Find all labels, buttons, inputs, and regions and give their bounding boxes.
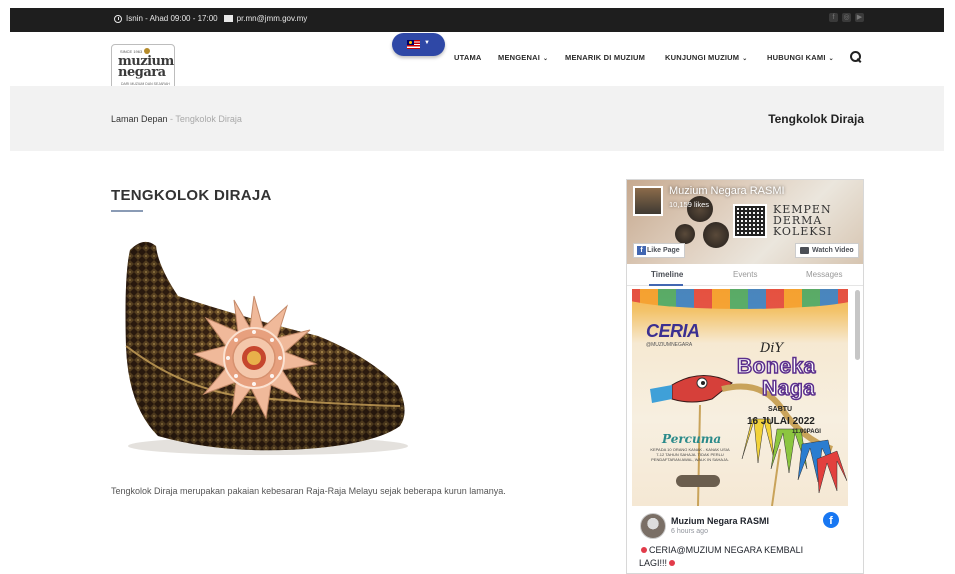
nav-label: MENARIK DI MUZIUM	[565, 53, 646, 62]
post-text: CERIA@MUZIUM NEGARA KEMBALI LAGI!!!	[639, 544, 829, 570]
logo-word-negara: negara	[118, 65, 166, 80]
article-title: TENGKOLOK DIRAJA	[111, 187, 272, 204]
chevron-down-icon: ⌄	[828, 56, 834, 62]
nav-mengenai[interactable]: MENGENAI ⌄	[498, 53, 548, 62]
language-switcher[interactable]: ▼	[392, 33, 445, 56]
nav-menarik-di-muzium[interactable]: MENARIK DI MUZIUM	[565, 53, 645, 62]
post-timestamp[interactable]: 6 hours ago	[671, 528, 708, 535]
breadcrumb-home[interactable]: Laman Depan	[111, 114, 168, 124]
social-links: f ◎ ▶	[829, 13, 864, 22]
poster-title-line2: Naga	[761, 376, 816, 401]
poster-brand-sub: @MUZIUMNEGARA	[646, 342, 693, 348]
poster-free: Percuma	[662, 432, 722, 446]
nav-utama[interactable]: UTAMA	[454, 53, 482, 62]
red-circle-icon	[641, 547, 647, 553]
poster-wave	[632, 289, 848, 309]
facebook-cover[interactable]: KEMPEN DERMA KOLEKSI Muzium Negara RASMI…	[627, 180, 863, 264]
post-text-content: CERIA@MUZIUM NEGARA KEMBALI LAGI!!!	[639, 545, 804, 568]
nav-label: KUNJUNGI MUZIUM	[665, 53, 740, 62]
poster-day: SABTU	[768, 406, 793, 413]
nav-kunjungi-muzium[interactable]: KUNJUNGI MUZIUM ⌄	[665, 53, 747, 62]
contact-info: Isnin - Ahad 09:00 - 17:00 pr.mn@jmm.gov…	[114, 14, 307, 23]
facebook-tabs: Timeline Events Messages	[627, 264, 863, 286]
cover-photo-circle	[675, 224, 695, 244]
feed-scrollbar[interactable]	[855, 290, 860, 360]
breadcrumb: Laman Depan - Tengkolok Diraja	[111, 114, 242, 124]
tab-events[interactable]: Events	[733, 270, 757, 279]
search-icon[interactable]	[850, 51, 861, 62]
facebook-page-widget: KEMPEN DERMA KOLEKSI Muzium Negara RASMI…	[626, 179, 864, 574]
opening-hours: Isnin - Ahad 09:00 - 17:00	[126, 14, 218, 23]
post-author-name[interactable]: Muzium Negara RASMI	[671, 516, 769, 526]
instagram-icon[interactable]: ◎	[842, 13, 851, 22]
contact-email[interactable]: pr.mn@jmm.gov.my	[237, 14, 308, 23]
clock-icon	[114, 14, 122, 23]
poster-time: 11.00PAGI	[792, 429, 821, 435]
qr-code-icon	[733, 204, 767, 238]
chevron-down-icon: ⌄	[742, 56, 748, 62]
caret-down-icon: ▼	[424, 40, 430, 46]
cover-photo-circle	[703, 222, 729, 248]
facebook-logo-icon[interactable]: f	[823, 512, 839, 528]
page-avatar[interactable]	[633, 186, 663, 216]
page-name[interactable]: Muzium Negara RASMI	[669, 185, 785, 197]
page-title: Tengkolok Diraja	[768, 112, 864, 126]
nav-label: HUBUNGI KAMI	[767, 53, 826, 62]
breadcrumb-band: Laman Depan - Tengkolok Diraja Tengkolok…	[10, 86, 944, 151]
nav-label: MENGENAI	[498, 53, 541, 62]
mail-icon	[223, 15, 233, 22]
active-tab-indicator	[649, 284, 683, 286]
cover-campaign-text: KEMPEN DERMA KOLEKSI	[773, 204, 832, 237]
cover-text-line: KOLEKSI	[773, 225, 833, 238]
top-info-bar: Isnin - Ahad 09:00 - 17:00 pr.mn@jmm.gov…	[10, 8, 944, 32]
poster-title-line1: Boneka	[736, 354, 816, 379]
poster-handle-badge	[676, 475, 720, 487]
poster-date: 16 JULAI 2022	[747, 416, 815, 427]
red-circle-icon	[669, 560, 676, 566]
breadcrumb-current: Tengkolok Diraja	[175, 114, 242, 124]
site-logo[interactable]: SINCE 1963 muzium negara DARI MUZIUM DAN…	[111, 44, 175, 90]
page-likes: 10,159 likes	[669, 200, 710, 209]
article-description: Tengkolok Diraja merupakan pakaian kebes…	[111, 486, 506, 496]
poster-brand: CERIA	[646, 321, 700, 341]
post-image[interactable]: CERIA @MUZIUMNEGARA DiY Boneka Naga SABT…	[632, 289, 848, 506]
facebook-icon[interactable]: f	[829, 13, 838, 22]
nav-hubungi-kami[interactable]: HUBUNGI KAMI ⌄	[767, 53, 834, 62]
post-author-avatar[interactable]	[640, 513, 666, 539]
like-page-button[interactable]: Like Page	[633, 243, 685, 258]
youtube-icon[interactable]: ▶	[855, 13, 864, 22]
tengkolok-image	[125, 241, 408, 455]
chevron-down-icon: ⌄	[543, 56, 549, 62]
title-underline	[111, 210, 143, 212]
tab-messages[interactable]: Messages	[806, 270, 842, 279]
tab-timeline[interactable]: Timeline	[651, 270, 683, 279]
poster-diy: DiY	[760, 341, 784, 356]
watch-video-button[interactable]: Watch Video	[795, 243, 859, 258]
poster-details: KEPADA 10 ORANG KANAK - KANAK USIA 7-12 …	[650, 447, 730, 462]
nav-label: UTAMA	[454, 53, 482, 62]
malaysia-flag-icon	[407, 40, 420, 49]
